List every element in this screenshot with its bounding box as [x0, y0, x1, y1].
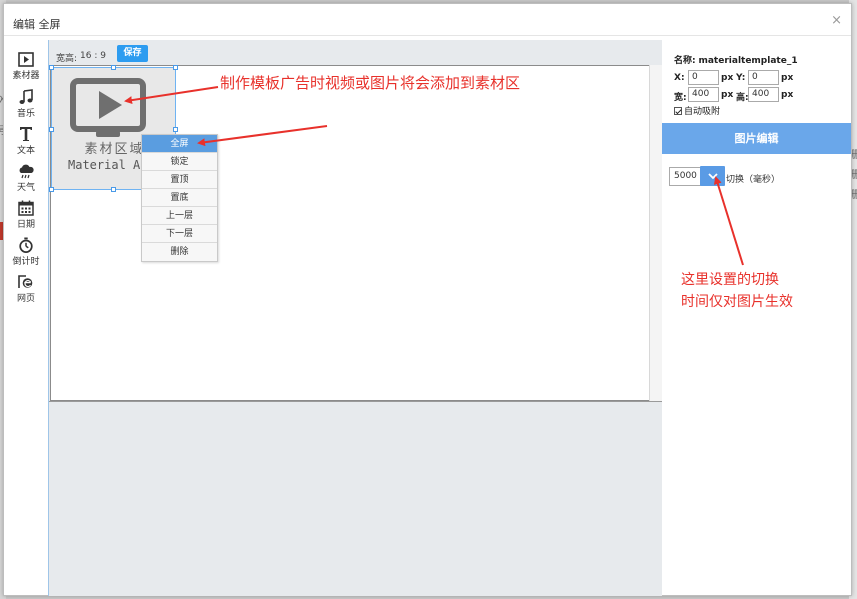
resize-handle[interactable]: [173, 65, 178, 70]
resize-handle[interactable]: [111, 65, 116, 70]
aspect-ratio-label: 宽高:: [56, 54, 78, 64]
toolbar-item-label: 文本: [16, 146, 35, 156]
x-label: X:: [674, 73, 685, 83]
resize-handle[interactable]: [49, 65, 54, 70]
width-unit: px: [721, 90, 734, 100]
music-note-icon: [19, 89, 33, 104]
element-toolbar: 素材器 音乐 文本 天气 日期 倒计时 网页: [4, 52, 48, 311]
menu-item-lock[interactable]: 锁定: [142, 153, 217, 171]
toolbar-item-date[interactable]: 日期: [4, 200, 48, 237]
menu-item-layer-down[interactable]: 下一层: [142, 225, 217, 243]
material-area-subtitle: Material A: [68, 158, 141, 172]
height-unit: px: [781, 90, 794, 100]
height-field[interactable]: 400: [748, 87, 779, 102]
toolbar-item-label: 倒计时: [12, 257, 40, 267]
play-square-icon: [18, 52, 34, 67]
save-button[interactable]: 保存: [117, 45, 148, 62]
design-workspace: 宽高: 16 : 9 保存 素材区域 Material A: [48, 40, 663, 596]
context-menu: 全屏 锁定 置顶 置底 上一层 下一层 删除: [141, 134, 218, 262]
toolbar-item-webpage[interactable]: 网页: [4, 274, 48, 311]
menu-item-bring-to-front[interactable]: 置顶: [142, 171, 217, 189]
menu-item-send-to-back[interactable]: 置底: [142, 189, 217, 207]
canvas-divider: [49, 401, 663, 402]
auto-snap-label: 自动吸附: [684, 107, 721, 117]
annotation-line: 时间仅对图片生效: [681, 294, 793, 310]
template-canvas[interactable]: 素材区域 Material A: [49, 65, 650, 401]
annotation-line: 这里设置的切换: [681, 272, 779, 288]
toolbar-item-music[interactable]: 音乐: [4, 89, 48, 126]
interval-dropdown-button[interactable]: [700, 166, 725, 186]
width-label: 宽:: [674, 93, 687, 103]
dialog-title: 编辑 全屏: [13, 18, 61, 31]
switch-interval-field[interactable]: 5000: [669, 167, 701, 186]
toolbar-item-material[interactable]: 素材器: [4, 52, 48, 89]
aspect-ratio-value: 16 : 9: [80, 51, 106, 61]
switch-interval-label: 切换（毫秒）: [726, 175, 781, 185]
text-t-icon: [20, 127, 32, 141]
stopwatch-icon: [19, 237, 33, 253]
y-label: Y:: [736, 73, 746, 83]
element-name-value: materialtemplate_1: [698, 56, 798, 66]
y-unit: px: [781, 73, 794, 83]
resize-handle[interactable]: [49, 127, 54, 132]
ie-browser-icon: [18, 275, 33, 288]
toolbar-item-label: 素材器: [12, 71, 40, 81]
toolbar-item-text[interactable]: 文本: [4, 126, 48, 163]
annotation-material-area: 制作模板广告时视频或图片将会添加到素材区: [220, 74, 521, 92]
annotation-switch-interval: 这里设置的切换 时间仅对图片生效: [681, 269, 793, 313]
height-label: 高:: [736, 93, 749, 103]
toolbar-item-countdown[interactable]: 倒计时: [4, 237, 48, 274]
width-field[interactable]: 400: [688, 87, 719, 102]
calendar-icon: [18, 200, 34, 216]
x-field[interactable]: 0: [688, 70, 719, 85]
toolbar-item-label: 天气: [16, 183, 35, 193]
element-name-label: 名称:: [674, 56, 696, 66]
toolbar-item-label: 网页: [16, 294, 35, 304]
toolbar-item-label: 日期: [16, 220, 35, 230]
chevron-down-icon: [707, 172, 718, 179]
properties-panel: 名称: materialtemplate_1 X: 0 px Y: 0 px 宽…: [662, 37, 851, 595]
menu-item-delete[interactable]: 删除: [142, 243, 217, 261]
image-edit-button[interactable]: 图片编辑: [662, 123, 851, 154]
toolbar-item-label: 音乐: [16, 109, 35, 119]
resize-handle[interactable]: [49, 187, 54, 192]
element-name: 名称: materialtemplate_1: [674, 53, 798, 66]
x-unit: px: [721, 73, 734, 83]
close-icon[interactable]: ×: [831, 13, 842, 28]
dialog-titlebar: 编辑 全屏 ×: [4, 4, 851, 36]
auto-snap-checkbox[interactable]: 自动吸附: [674, 104, 720, 117]
toolbar-item-weather[interactable]: 天气: [4, 163, 48, 200]
monitor-play-icon: [70, 78, 146, 137]
canvas-scrollbar[interactable]: [649, 65, 663, 401]
menu-item-fullscreen[interactable]: 全屏: [142, 135, 217, 153]
weather-cloud-icon: [19, 164, 34, 179]
resize-handle[interactable]: [173, 127, 178, 132]
y-field[interactable]: 0: [748, 70, 779, 85]
checkbox-checked-icon: [674, 106, 682, 115]
resize-handle[interactable]: [111, 187, 116, 192]
menu-item-layer-up[interactable]: 上一层: [142, 207, 217, 225]
